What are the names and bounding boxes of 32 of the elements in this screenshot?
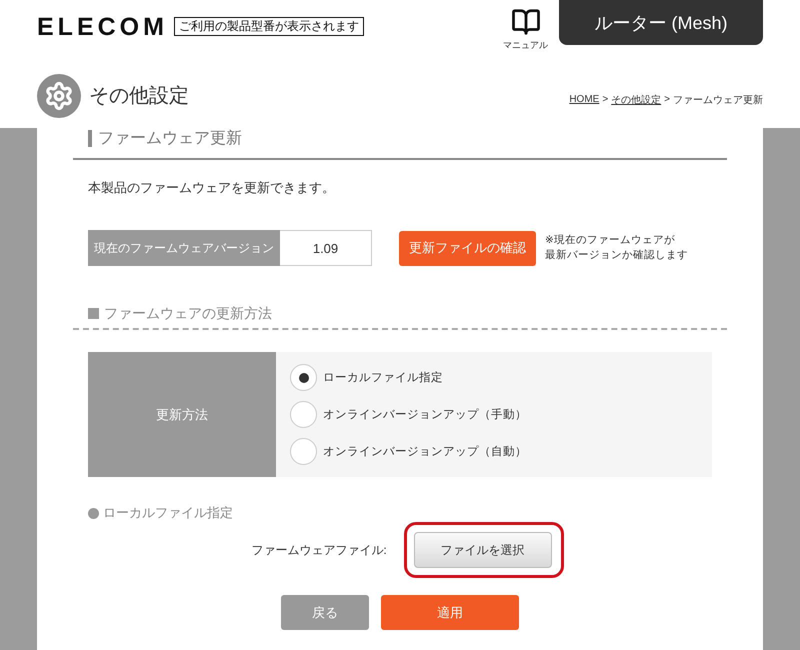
- radio-button[interactable]: [290, 364, 317, 391]
- description-text: 本製品のファームウェアを更新できます。: [87, 179, 336, 197]
- breadcrumb-current: ファームウェア更新: [673, 94, 763, 106]
- radio-button[interactable]: [290, 401, 317, 428]
- radio-label[interactable]: オンラインバージョンアップ（自動）: [323, 444, 527, 459]
- breadcrumb-separator: >: [602, 94, 608, 105]
- mode-banner: ルーター (Mesh): [559, 0, 763, 45]
- section-heading: ファームウェア更新: [98, 128, 242, 149]
- circle-marker-icon: [88, 508, 99, 518]
- breadcrumb-link[interactable]: HOME: [569, 94, 600, 105]
- radio-label[interactable]: ローカルファイル指定: [323, 370, 443, 385]
- breadcrumb-link[interactable]: その他設定: [611, 92, 662, 106]
- settings-icon: [37, 74, 81, 118]
- subsection-heading: ファームウェアの更新方法: [104, 304, 272, 323]
- note-text: ※現在のファームウェアが: [545, 233, 676, 248]
- subsection-heading: ローカルファイル指定: [103, 504, 233, 522]
- version-label: 現在のファームウェアバージョン: [88, 230, 280, 266]
- brand-logo: ELECOM: [37, 13, 168, 41]
- choose-file-button[interactable]: ファイルを選択: [414, 532, 552, 568]
- file-label: ファームウェアファイル:: [251, 542, 387, 558]
- bar-marker-icon: [88, 130, 92, 147]
- note-text: 最新バージョンか確認します: [545, 248, 688, 263]
- table-header-cell: 更新方法: [88, 352, 276, 477]
- square-marker-icon: [88, 308, 99, 318]
- version-value-field: 1.09: [280, 230, 372, 266]
- page-title: その他設定: [89, 84, 189, 109]
- radio-label[interactable]: オンラインバージョンアップ（手動）: [323, 407, 527, 422]
- model-name-box: ご利用の製品型番が表示されます: [174, 17, 364, 36]
- radio-button[interactable]: [290, 438, 317, 465]
- book-icon: [510, 7, 540, 37]
- breadcrumb-separator: >: [664, 94, 670, 105]
- manual-link[interactable]: マニュアル: [503, 7, 548, 51]
